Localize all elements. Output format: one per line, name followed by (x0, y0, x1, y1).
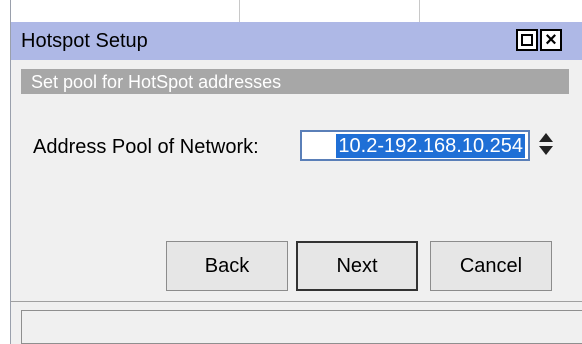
column-divider (419, 0, 420, 22)
status-field (21, 310, 582, 344)
section-heading: Set pool for HotSpot addresses (31, 72, 282, 92)
spinner-up-icon[interactable] (539, 133, 553, 142)
address-pool-input[interactable]: 10.2-192.168.10.254 (300, 130, 530, 161)
close-icon: × (545, 29, 557, 51)
maximize-button[interactable] (516, 29, 538, 51)
back-button[interactable]: Back (166, 241, 288, 291)
cancel-button[interactable]: Cancel (430, 241, 552, 291)
close-button[interactable]: × (540, 29, 562, 51)
column-divider (239, 0, 240, 22)
title-bar[interactable]: Hotspot Setup × (11, 22, 582, 60)
section-header: Set pool for HotSpot addresses (21, 69, 569, 94)
hotspot-setup-window: Hotspot Setup × Set pool for HotSpot add… (10, 0, 582, 344)
status-bar (11, 301, 582, 344)
window-title: Hotspot Setup (21, 30, 148, 52)
background-window-strip (11, 0, 582, 22)
next-button[interactable]: Next (296, 241, 418, 291)
maximize-icon (521, 34, 533, 46)
spinner-down-icon[interactable] (539, 146, 553, 155)
address-pool-spinner[interactable] (539, 133, 555, 157)
address-pool-label: Address Pool of Network: (33, 136, 259, 158)
address-pool-value: 10.2-192.168.10.254 (336, 134, 525, 158)
